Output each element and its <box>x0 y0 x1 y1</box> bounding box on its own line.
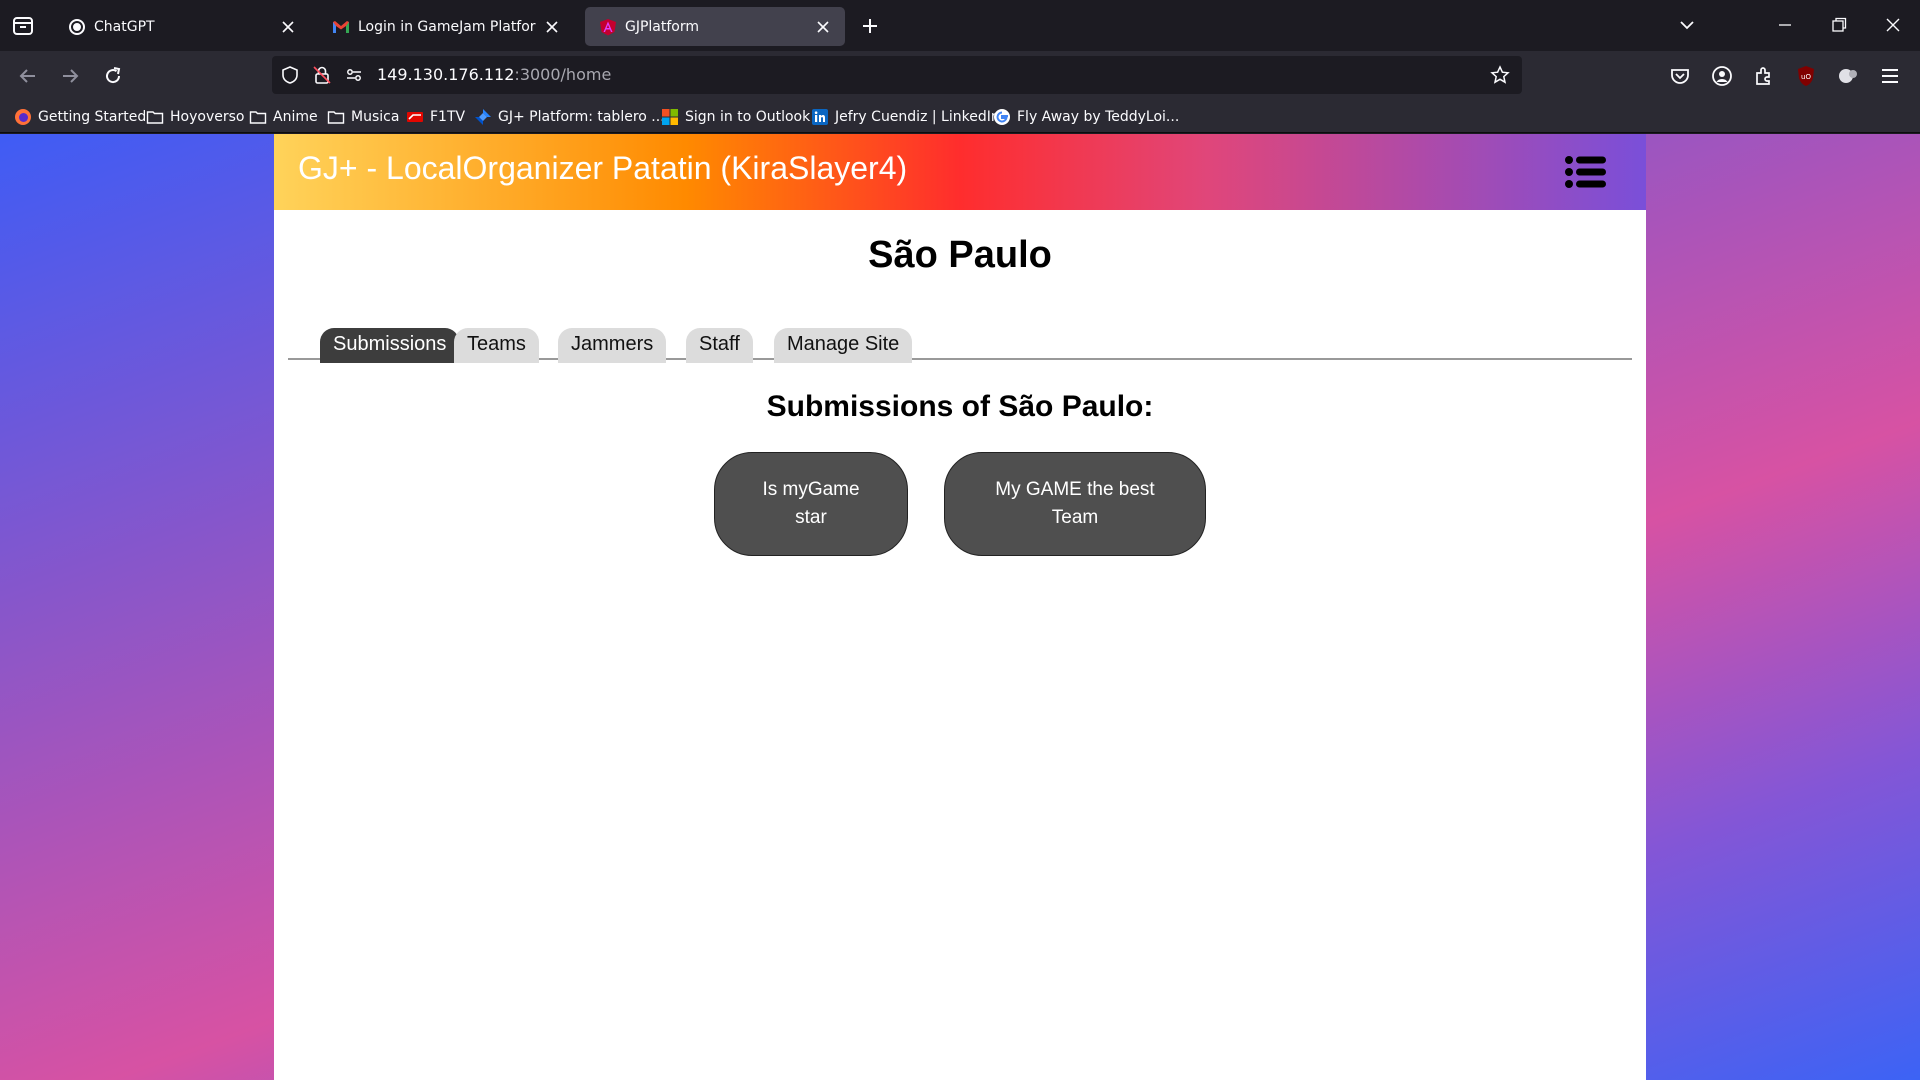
address-bar[interactable]: 149.130.176.112:3000/home <box>272 56 1522 94</box>
tab-jammers[interactable]: Jammers <box>558 328 667 363</box>
insecure-lock-icon[interactable] <box>312 65 332 85</box>
minimize-icon[interactable] <box>1774 14 1796 36</box>
linkedin-icon <box>811 108 829 126</box>
google-icon <box>993 108 1011 126</box>
browser-tab-strip: ChatGPT Login in GameJam Platform - je G… <box>0 0 1920 51</box>
new-tab-icon[interactable] <box>857 13 883 39</box>
svg-text:uO: uO <box>1801 73 1811 81</box>
bookmark-label: Fly Away by TeddyLoi... <box>1017 109 1180 125</box>
f1tv-icon <box>406 108 424 126</box>
tab-overview-icon[interactable] <box>10 13 36 39</box>
list-menu-icon[interactable] <box>1564 154 1608 190</box>
url-path: :3000/home <box>514 65 612 84</box>
page-viewport: GJ+ - LocalOrganizer Patatin (KiraSlayer… <box>0 134 1920 1080</box>
folder-icon <box>327 108 345 126</box>
permissions-icon[interactable] <box>344 65 364 85</box>
browser-tab-gmail[interactable]: Login in GameJam Platform - je <box>318 7 574 46</box>
bookmark-hoyoverso[interactable]: Hoyoverso <box>146 106 244 128</box>
tab-title: ChatGPT <box>94 18 155 35</box>
tab-teams[interactable]: Teams <box>454 328 539 363</box>
close-icon[interactable] <box>280 19 296 35</box>
bookmark-label: Jefry Cuendiz | LinkedIn <box>835 109 1000 125</box>
forward-icon[interactable] <box>58 64 82 88</box>
tab-title: GJPlatform <box>625 18 700 35</box>
chevron-down-icon[interactable] <box>1676 14 1698 36</box>
folder-icon <box>249 108 267 126</box>
bookmark-f1tv[interactable]: F1TV <box>406 106 465 128</box>
browser-tab-gjplatform[interactable]: GJPlatform <box>585 7 845 46</box>
submission-card[interactable]: Is myGame star <box>714 452 908 556</box>
angular-icon <box>599 18 617 36</box>
url-host: 149.130.176.112 <box>377 65 515 84</box>
tab-submissions[interactable]: Submissions <box>320 328 460 363</box>
restore-icon[interactable] <box>1828 14 1850 36</box>
bookmark-gj-platform-board[interactable]: GJ+ Platform: tablero ... <box>474 106 665 128</box>
submission-name: My GAME the best Team <box>995 479 1155 528</box>
submission-card[interactable]: My GAME the best Team <box>944 452 1206 556</box>
bookmark-label: GJ+ Platform: tablero ... <box>498 109 665 125</box>
bookmark-fly-away[interactable]: Fly Away by TeddyLoi... <box>993 106 1179 128</box>
bookmark-musica[interactable]: Musica <box>327 106 399 128</box>
site-title: São Paulo <box>868 234 1052 276</box>
bookmark-label: Getting Started <box>38 109 147 125</box>
app-header: GJ+ - LocalOrganizer Patatin (KiraSlayer… <box>274 134 1646 210</box>
tab-manage-site[interactable]: Manage Site <box>774 328 913 363</box>
extensions-icon[interactable] <box>1752 64 1776 88</box>
account-icon[interactable] <box>1710 64 1734 88</box>
navigation-toolbar: 149.130.176.112:3000/home uO <box>0 51 1920 100</box>
chatgpt-icon <box>68 18 86 36</box>
extension-puzzle-icon[interactable] <box>1836 64 1860 88</box>
bookmark-label: Sign in to Outlook <box>685 109 811 125</box>
section-title: Submissions of São Paulo: <box>766 390 1154 423</box>
bookmark-label: Musica <box>351 109 400 125</box>
bookmark-outlook[interactable]: Sign in to Outlook <box>661 106 810 128</box>
bookmark-linkedin[interactable]: Jefry Cuendiz | LinkedIn <box>811 106 1000 128</box>
url-text[interactable]: 149.130.176.112:3000/home <box>377 65 611 84</box>
microsoft-icon <box>661 108 679 126</box>
bookmarks-toolbar: Getting Started Hoyoverso Anime Musica F… <box>0 100 1920 133</box>
header-title: GJ+ - LocalOrganizer Patatin (KiraSlayer… <box>298 150 908 186</box>
shield-icon[interactable] <box>280 65 300 85</box>
reload-icon[interactable] <box>101 64 125 88</box>
tab-title: Login in GameJam Platform - je <box>358 18 536 35</box>
site-tabs: Submissions Teams Jammers Staff Manage S… <box>288 328 1632 363</box>
bookmark-label: Anime <box>273 109 318 125</box>
main-container: GJ+ - LocalOrganizer Patatin (KiraSlayer… <box>274 134 1646 1080</box>
pocket-icon[interactable] <box>1668 64 1692 88</box>
folder-icon <box>146 108 164 126</box>
close-icon[interactable] <box>544 19 560 35</box>
bookmark-label: Hoyoverso <box>170 109 245 125</box>
browser-tab-chatgpt[interactable]: ChatGPT <box>54 7 310 46</box>
submission-name: Is myGame star <box>762 479 860 528</box>
close-icon[interactable] <box>815 19 831 35</box>
bookmark-star-icon[interactable] <box>1490 65 1510 85</box>
gmail-icon <box>332 18 350 36</box>
close-window-icon[interactable] <box>1882 14 1904 36</box>
hamburger-menu-icon[interactable] <box>1878 64 1902 88</box>
back-icon[interactable] <box>16 64 40 88</box>
bookmark-label: F1TV <box>430 109 466 125</box>
jira-icon <box>474 108 492 126</box>
firefox-icon <box>14 108 32 126</box>
ublock-origin-icon[interactable]: uO <box>1794 64 1818 88</box>
bookmark-anime[interactable]: Anime <box>249 106 318 128</box>
bookmark-getting-started[interactable]: Getting Started <box>14 106 146 128</box>
tab-staff[interactable]: Staff <box>686 328 753 363</box>
